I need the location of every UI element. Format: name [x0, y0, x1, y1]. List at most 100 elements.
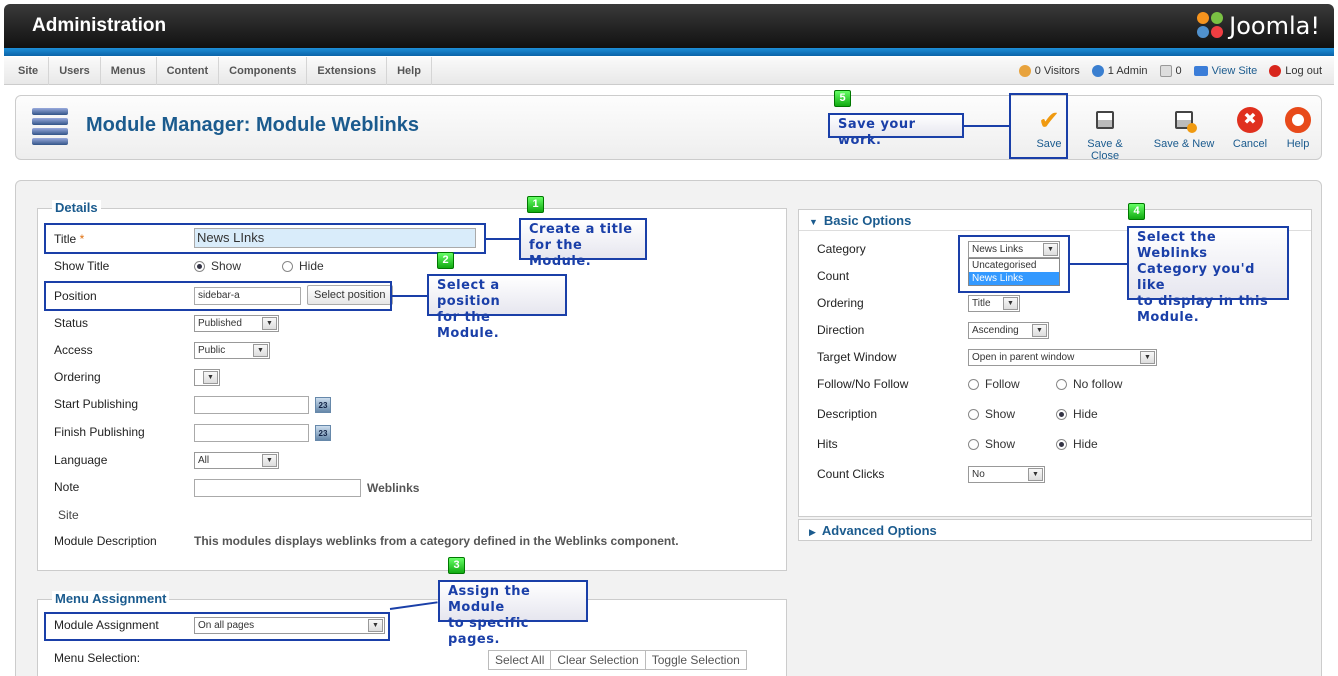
target-window-label: Target Window [817, 350, 897, 364]
callout-3-line-1: Assign the Module [448, 584, 531, 615]
hits-show-radio[interactable]: Show [968, 437, 1015, 451]
power-icon [1269, 65, 1282, 77]
toggle-selection-button[interactable]: Toggle Selection [646, 651, 746, 669]
chevron-down-icon: ▼ [1032, 324, 1047, 337]
category-highlight [958, 235, 1070, 293]
chevron-down-icon: ▼ [1003, 297, 1018, 310]
chevron-down-icon: ▼ [253, 344, 268, 357]
module-description-text: This modules displays weblinks from a ca… [194, 534, 679, 548]
category-label: Category [817, 242, 866, 256]
callout-2-connector [392, 295, 427, 297]
calendar-icon[interactable]: 23 [315, 397, 331, 413]
show-title-label: Show Title [54, 259, 110, 273]
status-bar: 0 Visitors 1 Admin 0 View Site Log out [1018, 57, 1322, 85]
access-select[interactable]: Public ▼ [194, 342, 270, 359]
cancel-label: Cancel [1232, 138, 1268, 150]
logout-link[interactable]: Log out [1269, 65, 1322, 77]
description-show-radio[interactable]: Show [968, 407, 1015, 421]
callout-5-connector [964, 125, 1010, 127]
menu-selection-label: Menu Selection: [54, 651, 141, 665]
cancel-button[interactable]: ✖ Cancel [1230, 106, 1270, 150]
calendar-icon[interactable]: 23 [315, 425, 331, 441]
access-label: Access [54, 343, 93, 357]
radio-dot [1056, 408, 1067, 420]
language-select[interactable]: All ▼ [194, 452, 279, 469]
direction-select[interactable]: Ascending ▼ [968, 322, 1049, 339]
admin-header: Administration Joomla! [4, 4, 1334, 48]
menu-help[interactable]: Help [387, 57, 432, 85]
callout-3-badge: 3 [448, 557, 465, 574]
menu-assignment-legend: Menu Assignment [52, 591, 170, 606]
module-description-label: Module Description [54, 534, 157, 548]
help-button[interactable]: Help [1282, 106, 1314, 150]
floppy-disk-icon [1091, 106, 1119, 134]
chevron-down-icon: ▼ [1140, 351, 1155, 364]
site-label: Site [58, 508, 79, 522]
admins-count: 1 Admin [1107, 65, 1148, 77]
count-label: Count [817, 269, 850, 283]
details-legend: Details [52, 200, 101, 215]
menu-components[interactable]: Components [219, 57, 308, 85]
callout-2: Select a position for the Module. [427, 274, 567, 341]
callout-4-badge: 4 [1128, 203, 1145, 220]
save-close-button[interactable]: Save & Close [1072, 106, 1138, 162]
radio-dot [1056, 438, 1067, 450]
collapsed-triangle-icon: ▶ [809, 527, 816, 537]
radio-dot [1056, 378, 1067, 390]
radio-dot [194, 260, 205, 272]
view-site-link[interactable]: View Site [1193, 65, 1257, 77]
hits-label: Hits [817, 437, 838, 451]
radio-dot [968, 438, 979, 450]
show-title-show-radio[interactable]: Show [194, 259, 241, 273]
title-highlight [44, 223, 486, 254]
description-hide-radio[interactable]: Hide [1056, 407, 1098, 421]
select-all-button[interactable]: Select All [489, 651, 552, 669]
status-select[interactable]: Published ▼ [194, 315, 279, 332]
menu-extensions[interactable]: Extensions [307, 57, 388, 85]
page-title: Module Manager: Module Weblinks [86, 114, 419, 136]
admins-status: 1 Admin [1091, 65, 1148, 77]
monitor-icon [1193, 66, 1208, 76]
nofollow-radio[interactable]: No follow [1056, 377, 1122, 391]
chevron-down-icon: ▼ [1028, 468, 1043, 481]
header-accent-bar [4, 48, 1334, 56]
callout-4: Select the Weblinks Category you'd like … [1127, 226, 1289, 325]
count-clicks-select[interactable]: No ▼ [968, 466, 1045, 483]
menu-content[interactable]: Content [157, 57, 220, 85]
admin-title: Administration [32, 15, 167, 36]
options-ordering-select[interactable]: Title ▼ [968, 295, 1020, 312]
save-new-button[interactable]: Save & New [1152, 106, 1216, 150]
hits-hide-radio[interactable]: Hide [1056, 437, 1098, 451]
menu-users[interactable]: Users [49, 57, 101, 85]
visitors-count: 0 Visitors [1034, 65, 1080, 77]
finish-publishing-input[interactable] [194, 424, 309, 442]
callout-5-badge: 5 [834, 90, 851, 107]
target-window-select[interactable]: Open in parent window ▼ [968, 349, 1157, 366]
menu-menus[interactable]: Menus [101, 57, 157, 85]
clear-selection-button[interactable]: Clear Selection [551, 651, 646, 669]
callout-4-connector [1070, 263, 1127, 265]
menu-site[interactable]: Site [8, 57, 50, 85]
save-new-label: Save & New [1153, 138, 1215, 150]
chevron-down-icon: ▼ [262, 317, 277, 330]
advanced-options-panel[interactable]: ▶ Advanced Options [798, 519, 1312, 541]
follow-radio[interactable]: Follow [968, 377, 1020, 391]
visitors-icon [1018, 65, 1031, 77]
callout-3-line-2: to specific pages. [448, 616, 530, 647]
admin-icon [1091, 65, 1104, 77]
advanced-options-header[interactable]: ▶ Advanced Options [799, 521, 1311, 541]
callout-1-line-2: for the Module. [529, 238, 592, 269]
ordering-select[interactable]: ▼ [194, 369, 220, 386]
save-close-label: Save & Close [1087, 138, 1123, 162]
show-title-hide-radio[interactable]: Hide [282, 259, 324, 273]
start-publishing-input[interactable] [194, 396, 309, 414]
callout-2-badge: 2 [437, 252, 454, 269]
messages-status[interactable]: 0 [1159, 65, 1182, 77]
callout-1-badge: 1 [527, 196, 544, 213]
note-input[interactable] [194, 479, 361, 497]
module-type-label: Weblinks [367, 481, 420, 495]
direction-label: Direction [817, 323, 865, 337]
joomla-logo[interactable]: Joomla! [1197, 10, 1320, 42]
mail-icon [1159, 65, 1172, 77]
status-label: Status [54, 316, 89, 330]
